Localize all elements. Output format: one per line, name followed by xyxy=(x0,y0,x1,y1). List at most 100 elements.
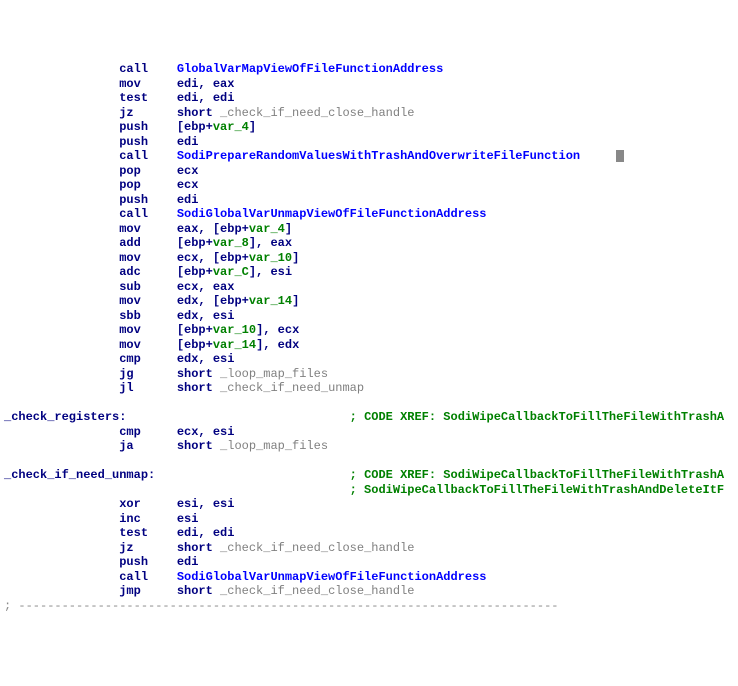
stack-variable: var_14 xyxy=(249,294,292,308)
mnemonic: push xyxy=(119,555,177,569)
mnemonic: call xyxy=(119,149,177,163)
label-reference: _check_if_need_close_handle xyxy=(220,584,414,598)
mnemonic: pop xyxy=(119,164,177,178)
register-operand: ecx xyxy=(177,178,199,192)
mnemonic: push xyxy=(119,135,177,149)
register-operand: edi, edi xyxy=(177,526,235,540)
register-operand: ecx, esi xyxy=(177,425,235,439)
code-line: push edi xyxy=(4,135,734,150)
code-line: sbb edx, esi xyxy=(4,309,734,324)
stack-variable: var_4 xyxy=(213,120,249,134)
code-line: _check_if_need_unmap: ; CODE XREF: SodiW… xyxy=(4,468,734,483)
code-line: call SodiGlobalVarUnmapViewOfFileFunctio… xyxy=(4,207,734,222)
code-line: sub ecx, eax xyxy=(4,280,734,295)
register-operand: edx, esi xyxy=(177,352,235,366)
register-operand: edi, eax xyxy=(177,77,235,91)
code-line: call SodiGlobalVarUnmapViewOfFileFunctio… xyxy=(4,570,734,585)
code-line: inc esi xyxy=(4,512,734,527)
mnemonic: mov xyxy=(119,338,177,352)
code-line: jmp short _check_if_need_close_handle xyxy=(4,584,734,599)
code-line: mov [ebp+var_10], ecx xyxy=(4,323,734,338)
mnemonic: call xyxy=(119,62,177,76)
text-cursor xyxy=(616,150,624,162)
code-line: pop ecx xyxy=(4,164,734,179)
code-line: call GlobalVarMapViewOfFileFunctionAddre… xyxy=(4,62,734,77)
register-operand: edi xyxy=(177,193,199,207)
mnemonic: pop xyxy=(119,178,177,192)
register-operand: ecx xyxy=(177,164,199,178)
label-reference: _check_if_need_close_handle xyxy=(220,541,414,555)
code-line: test edi, edi xyxy=(4,91,734,106)
label-reference: _loop_map_files xyxy=(220,439,328,453)
code-line: mov edx, [ebp+var_14] xyxy=(4,294,734,309)
code-line: mov eax, [ebp+var_4] xyxy=(4,222,734,237)
xref-comment: ; CODE XREF: SodiWipeCallbackToFillTheFi… xyxy=(350,468,724,482)
code-line xyxy=(4,396,734,411)
label-reference: _check_if_need_close_handle xyxy=(220,106,414,120)
code-line: pop ecx xyxy=(4,178,734,193)
code-line: push edi xyxy=(4,555,734,570)
mnemonic: call xyxy=(119,207,177,221)
symbol-reference: GlobalVarMapViewOfFileFunctionAddress xyxy=(177,62,443,76)
code-line: mov ecx, [ebp+var_10] xyxy=(4,251,734,266)
stack-variable: var_10 xyxy=(249,251,292,265)
code-line: adc [ebp+var_C], esi xyxy=(4,265,734,280)
code-line: jz short _check_if_need_close_handle xyxy=(4,541,734,556)
mnemonic: xor xyxy=(119,497,177,511)
mnemonic: cmp xyxy=(119,425,177,439)
mnemonic: inc xyxy=(119,512,177,526)
label-reference: _loop_map_files xyxy=(220,367,328,381)
mnemonic: mov xyxy=(119,222,177,236)
mnemonic: test xyxy=(119,526,177,540)
register-operand: esi xyxy=(177,512,199,526)
symbol-reference: SodiGlobalVarUnmapViewOfFileFunctionAddr… xyxy=(177,570,487,584)
mnemonic: adc xyxy=(119,265,177,279)
code-line: jz short _check_if_need_close_handle xyxy=(4,106,734,121)
mnemonic: sbb xyxy=(119,309,177,323)
mnemonic: sub xyxy=(119,280,177,294)
code-line: jl short _check_if_need_unmap xyxy=(4,381,734,396)
mnemonic: push xyxy=(119,120,177,134)
disassembly-view: call GlobalVarMapViewOfFileFunctionAddre… xyxy=(4,62,734,613)
label-reference: _check_if_need_unmap xyxy=(220,381,364,395)
register-operand: edi, edi xyxy=(177,91,235,105)
mnemonic: jz xyxy=(119,106,177,120)
register-operand: ecx, eax xyxy=(177,280,235,294)
code-line: jg short _loop_map_files xyxy=(4,367,734,382)
code-line: push edi xyxy=(4,193,734,208)
stack-variable: var_8 xyxy=(213,236,249,250)
code-line: ; SodiWipeCallbackToFillTheFileWithTrash… xyxy=(4,483,734,498)
code-line: xor esi, esi xyxy=(4,497,734,512)
stack-variable: var_4 xyxy=(249,222,285,236)
xref-comment: ; CODE XREF: SodiWipeCallbackToFillTheFi… xyxy=(350,410,724,424)
code-line: cmp edx, esi xyxy=(4,352,734,367)
mnemonic: jz xyxy=(119,541,177,555)
code-line: call SodiPrepareRandomValuesWithTrashAnd… xyxy=(4,149,734,164)
mnemonic: mov xyxy=(119,323,177,337)
code-line: cmp ecx, esi xyxy=(4,425,734,440)
mnemonic: cmp xyxy=(119,352,177,366)
mnemonic: ja xyxy=(119,439,177,453)
mnemonic: call xyxy=(119,570,177,584)
register-operand: edx, esi xyxy=(177,309,235,323)
mnemonic: mov xyxy=(119,77,177,91)
stack-variable: var_10 xyxy=(213,323,256,337)
mnemonic: add xyxy=(119,236,177,250)
code-line: add [ebp+var_8], eax xyxy=(4,236,734,251)
mnemonic: jg xyxy=(119,367,177,381)
mnemonic: mov xyxy=(119,251,177,265)
stack-variable: var_C xyxy=(213,265,249,279)
xref-comment: ; SodiWipeCallbackToFillTheFileWithTrash… xyxy=(350,483,724,497)
mnemonic: test xyxy=(119,91,177,105)
section-separator: ; --------------------------------------… xyxy=(4,599,734,614)
code-line: push [ebp+var_4] xyxy=(4,120,734,135)
mnemonic: jl xyxy=(119,381,177,395)
stack-variable: var_14 xyxy=(213,338,256,352)
code-line: mov edi, eax xyxy=(4,77,734,92)
code-label: _check_registers: xyxy=(4,410,126,424)
code-line: ja short _loop_map_files xyxy=(4,439,734,454)
mnemonic: jmp xyxy=(119,584,177,598)
code-line: mov [ebp+var_14], edx xyxy=(4,338,734,353)
register-operand: edi xyxy=(177,555,199,569)
mnemonic: push xyxy=(119,193,177,207)
